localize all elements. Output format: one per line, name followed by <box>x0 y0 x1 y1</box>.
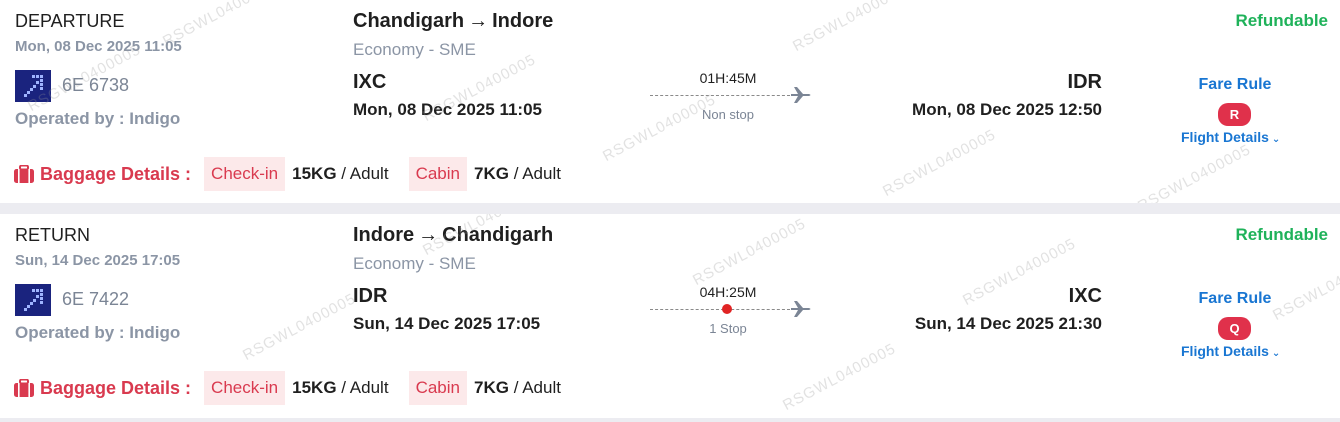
stops-info: Non stop <box>701 107 755 122</box>
chevron-down-icon: ⌄ <box>1271 348 1281 359</box>
destination-time: Mon, 08 Dec 2025 12:50 <box>912 100 1102 119</box>
flight-duration: 01H:45M <box>699 70 757 86</box>
watermark: RSGWL0400005 <box>240 290 359 365</box>
baggage-label: Baggage Details : <box>40 163 192 184</box>
suitcase-icon <box>14 165 34 183</box>
baggage-details: Baggage Details : Check-in 15KG / Adult … <box>14 157 581 191</box>
flight-number: 6E 7422 <box>62 289 130 309</box>
watermark: RSGWL0400005 <box>690 215 809 290</box>
refundable-status: Refundable <box>1235 225 1328 244</box>
checkin-tag: Check-in <box>204 371 286 405</box>
checkin-weight: 15KG <box>292 164 337 183</box>
watermark: RSGWL0400005 <box>880 126 999 201</box>
watermark: RSGWL0400005 <box>1135 141 1254 203</box>
origin-time: Sun, 14 Dec 2025 17:05 <box>353 314 541 333</box>
leg-date: Sun, 14 Dec 2025 17:05 <box>15 252 181 269</box>
cabin-unit: / Adult <box>513 378 561 397</box>
operated-by: Operated by : Indigo <box>15 323 181 342</box>
watermark: RSGWL0400005 <box>960 235 1079 310</box>
flight-number: 6E 6738 <box>62 75 130 95</box>
fare-class-badge: Q <box>1218 317 1251 340</box>
checkin-tag: Check-in <box>204 157 286 191</box>
route-line <box>650 309 790 310</box>
leg-type-label: DEPARTURE <box>15 11 125 31</box>
flight-details-label: Flight Details <box>1181 343 1269 359</box>
route-from: Chandigarh <box>353 10 465 32</box>
watermark: RSGWL0400005 <box>790 0 909 56</box>
route-to: Chandigarh <box>442 224 554 246</box>
fare-class-badge: R <box>1218 103 1251 126</box>
flight-duration: 04H:25M <box>699 284 757 300</box>
destination-time: Sun, 14 Dec 2025 21:30 <box>914 314 1102 333</box>
operated-by: Operated by : Indigo <box>15 109 181 128</box>
flight-details-label: Flight Details <box>1181 129 1269 145</box>
departure-leg-card: DEPARTURE Mon, 08 Dec 2025 11:05 6E 6738… <box>0 0 1340 203</box>
cabin-tag: Cabin <box>408 157 467 191</box>
origin-code: IDR <box>353 285 388 307</box>
indigo-logo-icon <box>15 70 51 102</box>
leg-type-label: RETURN <box>15 225 90 245</box>
chevron-down-icon: ⌄ <box>1271 134 1281 145</box>
destination-code: IDR <box>1067 71 1102 93</box>
fare-rule-link[interactable]: Fare Rule <box>1185 290 1285 308</box>
cabin-class: Economy - SME <box>353 254 476 273</box>
indigo-logo-icon <box>15 284 51 316</box>
route-title: Chandigarh → Indore <box>353 10 553 33</box>
watermark: RSGWL0400005 <box>1270 250 1340 325</box>
flight-details-link[interactable]: Flight Details ⌄ <box>1181 129 1280 145</box>
checkin-unit: / Adult <box>341 164 389 183</box>
route-title: Indore → Chandigarh <box>353 224 553 247</box>
baggage-details: Baggage Details : Check-in 15KG / Adult … <box>14 371 581 405</box>
stop-dot-icon <box>722 304 732 314</box>
suitcase-icon <box>14 379 34 397</box>
arrow-right-icon: → <box>418 224 439 246</box>
cabin-weight: 7KG <box>473 164 509 183</box>
cabin-unit: / Adult <box>513 164 561 183</box>
checkin-weight: 15KG <box>292 378 337 397</box>
cabin-class: Economy - SME <box>353 40 476 59</box>
leg-date: Mon, 08 Dec 2025 11:05 <box>15 38 182 55</box>
route-line <box>650 95 790 96</box>
destination-code: IXC <box>1068 285 1102 307</box>
plane-icon <box>791 301 811 317</box>
return-leg-card: RETURN Sun, 14 Dec 2025 17:05 6E 7422 Op… <box>0 214 1340 418</box>
stops-info: 1 Stop <box>709 321 747 336</box>
baggage-label: Baggage Details : <box>40 377 192 398</box>
watermark: RSGWL0400005 <box>600 91 719 166</box>
plane-icon <box>791 87 811 103</box>
arrow-right-icon: → <box>468 10 489 32</box>
fare-rule-link[interactable]: Fare Rule <box>1185 76 1285 94</box>
flight-itinerary: DEPARTURE Mon, 08 Dec 2025 11:05 6E 6738… <box>0 0 1340 422</box>
route-to: Indore <box>492 10 554 32</box>
watermark: RSGWL0400005 <box>780 340 899 415</box>
refundable-status: Refundable <box>1235 11 1328 30</box>
origin-code: IXC <box>353 71 387 93</box>
origin-time: Mon, 08 Dec 2025 11:05 <box>353 100 543 119</box>
checkin-unit: / Adult <box>341 378 389 397</box>
route-from: Indore <box>353 224 415 246</box>
flight-details-link[interactable]: Flight Details ⌄ <box>1181 343 1280 359</box>
cabin-weight: 7KG <box>473 378 509 397</box>
cabin-tag: Cabin <box>408 371 467 405</box>
